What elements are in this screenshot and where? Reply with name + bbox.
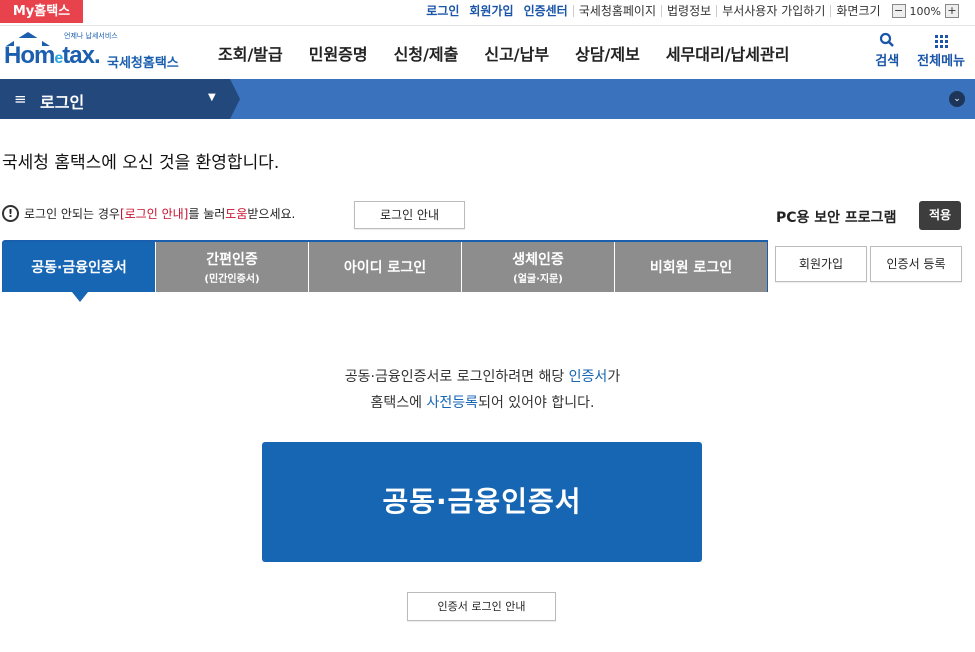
screen-size-label: 화면크기 (830, 5, 885, 17)
tab-simple-auth[interactable]: 간편인증 (민간인증서) (156, 242, 308, 292)
logo-korean: 국세청홈택스 (107, 56, 179, 71)
hamburger-icon: ≡ (14, 90, 27, 108)
gnb-item-report-pay[interactable]: 신고/납부 (484, 41, 549, 65)
search-icon (879, 32, 895, 50)
global-nav: 조회/발급 민원증명 신청/제출 신고/납부 상담/제보 세무대리/납세관리 (205, 26, 802, 80)
expand-circle-icon[interactable]: ⌄ (949, 91, 965, 107)
caret-down-icon: ▼ (208, 92, 216, 103)
top-utility-bar: My홈택스 로그인 회원가입 인증센터 국세청홈페이지 법령정보 부서사용자 가… (0, 0, 975, 25)
tab-id-login[interactable]: 아이디 로그인 (309, 242, 461, 292)
zoom-control: − 100% + (891, 4, 959, 18)
join-button[interactable]: 회원가입 (775, 246, 867, 282)
welcome-heading: 국세청 홈택스에 오신 것을 환영합니다. (2, 153, 280, 173)
search-button[interactable]: 검색 (875, 32, 899, 69)
cert-register-button[interactable]: 인증서 등록 (870, 246, 962, 282)
login-tabs: 공동·금융인증서 간편인증 (민간인증서) 아이디 로그인 생체인증 (얼굴·지… (3, 242, 768, 292)
login-notice: ! 로그인 안되는 경우 [로그인 안내] 를 눌러 도움 받으세요. (2, 205, 295, 222)
gnb-item-apply[interactable]: 신청/제출 (394, 41, 459, 65)
nts-homepage-link[interactable]: 국세청홈페이지 (572, 5, 661, 17)
pc-security-label: PC용 보안 프로그램 (776, 210, 897, 226)
law-info-link[interactable]: 법령정보 (661, 5, 716, 17)
join-link[interactable]: 회원가입 (464, 5, 518, 17)
site-header: 언제나 납세서비스 Hometax. 국세청홈택스 조회/발급 민원증명 신청/… (0, 25, 975, 79)
active-tab-pointer (72, 292, 88, 302)
gnb-item-agent[interactable]: 세무대리/납세관리 (666, 41, 790, 65)
gnb-item-inquiry[interactable]: 조회/발급 (218, 41, 283, 65)
zoom-out-button[interactable]: − (891, 4, 906, 18)
all-menu-button[interactable]: 전체메뉴 (917, 32, 965, 69)
nav-arrow-shape (230, 79, 240, 119)
zoom-value: 100% (909, 4, 941, 18)
tab-guest-login[interactable]: 비회원 로그인 (615, 242, 767, 292)
exclamation-circle-icon: ! (2, 205, 19, 222)
search-label: 검색 (875, 54, 900, 69)
current-menu-title: 로그인 (40, 93, 85, 112)
all-menu-label: 전체메뉴 (917, 54, 965, 69)
login-link[interactable]: 로그인 (421, 5, 464, 17)
my-hometax-button[interactable]: My홈택스 (0, 0, 83, 23)
utility-links: 로그인 회원가입 인증센터 국세청홈페이지 법령정보 부서사용자 가입하기 화면… (421, 4, 959, 18)
cert-center-link[interactable]: 인증센터 (519, 5, 573, 17)
menu-dropdown[interactable]: ≡ 로그인 ▼ (0, 79, 230, 119)
dept-user-join-link[interactable]: 부서사용자 가입하기 (716, 5, 830, 17)
header-icons: 검색 전체메뉴 (857, 32, 965, 69)
hometax-logo[interactable]: 언제나 납세서비스 Hometax. 국세청홈택스 (2, 30, 187, 76)
gnb-item-certificates[interactable]: 민원증명 (309, 41, 368, 65)
logo-wordmark: Hometax. (4, 42, 101, 69)
cert-login-guide-button[interactable]: 인증서 로그인 안내 (407, 592, 556, 621)
cert-login-description: 공동·금융인증서로 로그인하려면 해당 인증서가 홈택스에 사전등록되어 있어야… (344, 369, 621, 411)
apply-security-button[interactable]: 적용 (919, 201, 961, 230)
location-bar: ≡ 로그인 ▼ ⌄ (0, 79, 975, 119)
logo-tagline: 언제나 납세서비스 (64, 32, 118, 40)
joint-cert-login-button[interactable]: 공동·금융인증서 (262, 442, 702, 562)
grid-icon (934, 35, 948, 48)
tab-joint-cert[interactable]: 공동·금융인증서 (3, 242, 155, 292)
gnb-item-consult[interactable]: 상담/제보 (575, 41, 640, 65)
tab-biometric[interactable]: 생체인증 (얼굴·지문) (462, 242, 614, 292)
zoom-in-button[interactable]: + (945, 4, 959, 18)
login-guide-button[interactable]: 로그인 안내 (354, 201, 465, 229)
